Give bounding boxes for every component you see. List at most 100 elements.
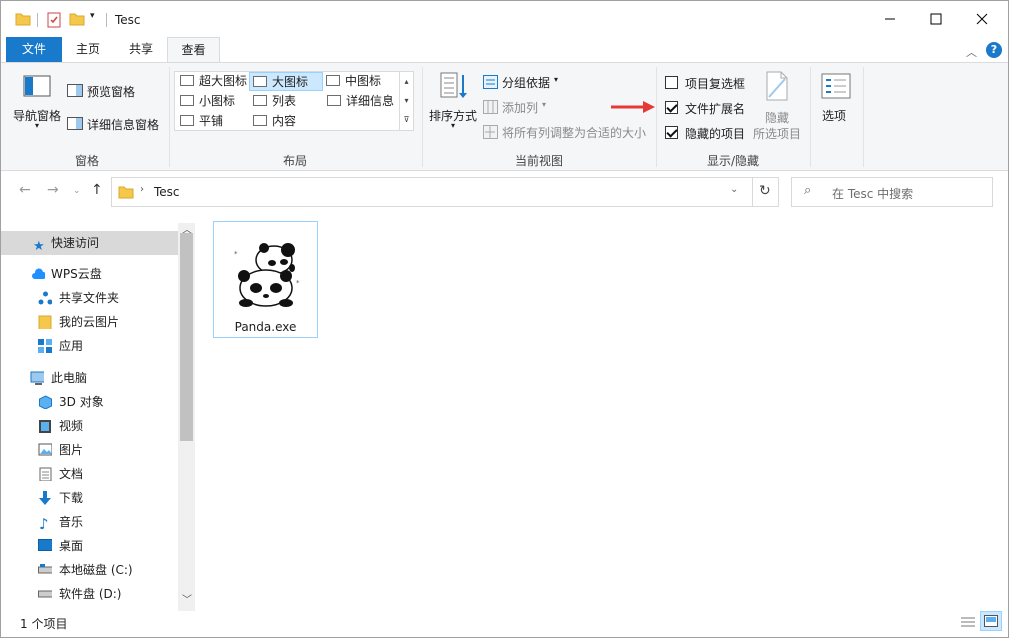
layout-large-icons[interactable]: 大图标 bbox=[249, 72, 323, 91]
layout-details[interactable]: 详细信息 bbox=[324, 92, 394, 111]
customize-toolbar-icon[interactable]: ▾ bbox=[90, 11, 95, 21]
options-button[interactable]: 选项 bbox=[816, 69, 856, 133]
help-icon[interactable]: ? bbox=[986, 42, 1002, 58]
details-view-toggle[interactable] bbox=[959, 614, 977, 630]
sidebar-label: 下载 bbox=[59, 491, 84, 505]
size-columns-icon bbox=[483, 125, 498, 139]
gallery-more-icon: ⊽ bbox=[403, 115, 410, 124]
sidebar-item-quick-access[interactable]: ★ 快速访问 bbox=[1, 231, 178, 255]
sidebar-label: 文档 bbox=[59, 467, 84, 481]
new-folder-icon[interactable] bbox=[69, 12, 85, 29]
address-bar[interactable]: › Tesc ⌄ ↻ bbox=[111, 177, 779, 207]
hidden-items-checkbox[interactable] bbox=[665, 126, 678, 139]
hide-selected-button[interactable]: 隐藏 所选项目 bbox=[751, 69, 805, 141]
svg-text:*: * bbox=[296, 279, 300, 287]
details-icon bbox=[327, 95, 341, 106]
layout-content[interactable]: 内容 bbox=[250, 112, 296, 131]
scrollbar-thumb[interactable] bbox=[180, 233, 193, 441]
maximize-button[interactable] bbox=[913, 1, 959, 37]
layout-gallery: 超大图标 大图标 中图标 小图标 列表 详细信息 平铺 内容 ▴ ▾ ⊽ bbox=[174, 71, 414, 131]
layout-list[interactable]: 列表 bbox=[250, 92, 296, 111]
breadcrumb-path[interactable]: Tesc bbox=[154, 185, 180, 199]
search-icon: ⌕ bbox=[804, 183, 812, 198]
item-checkboxes-checkbox[interactable] bbox=[665, 76, 678, 89]
medium-icons-icon bbox=[326, 75, 340, 86]
group-by-label: 分组依据 bbox=[502, 76, 551, 90]
tab-view[interactable]: 查看 bbox=[167, 37, 220, 63]
layout-small-icons[interactable]: 小图标 bbox=[177, 92, 235, 111]
large-icons-label: 大图标 bbox=[272, 75, 309, 89]
hidden-items-toggle[interactable]: 隐藏的项目 bbox=[665, 124, 755, 142]
tab-home[interactable]: 主页 bbox=[64, 37, 112, 62]
forward-arrow-icon[interactable]: → bbox=[47, 182, 59, 198]
search-box[interactable]: ⌕ 在 Tesc 中搜索 bbox=[791, 177, 993, 207]
large-icons-icon bbox=[253, 76, 267, 87]
recent-locations-icon[interactable]: ⌄ bbox=[73, 186, 81, 196]
cube-icon bbox=[39, 395, 52, 409]
ribbon-tabs: 文件 主页 共享 查看 ︿ ? bbox=[1, 37, 1008, 63]
navigation-pane: ★ 快速访问 WPS云盘 共享文件夹 我的云图片 应用 此电脑 3D 对象 视频… bbox=[1, 223, 196, 611]
music-note-icon: ♪ bbox=[39, 515, 49, 533]
file-name: Panda.exe bbox=[234, 320, 297, 334]
address-dropdown-icon[interactable]: ⌄ bbox=[730, 184, 738, 195]
sidebar-label: 共享文件夹 bbox=[59, 291, 120, 305]
sidebar-item-shared-folder[interactable]: 共享文件夹 bbox=[1, 286, 178, 310]
minimize-button[interactable] bbox=[867, 1, 913, 37]
sidebar-item-videos[interactable]: 视频 bbox=[1, 414, 178, 438]
layout-medium-icons[interactable]: 中图标 bbox=[323, 72, 381, 91]
sidebar-label: 此电脑 bbox=[51, 371, 88, 385]
preview-pane-label: 预览窗格 bbox=[87, 85, 136, 99]
sidebar-item-cloud-pictures[interactable]: 我的云图片 bbox=[1, 310, 178, 334]
hidden-items-label: 隐藏的项目 bbox=[685, 127, 746, 141]
medium-icons-label: 中图标 bbox=[345, 74, 382, 88]
sidebar-item-downloads[interactable]: 下载 bbox=[1, 486, 178, 510]
item-count: 1 个项目 bbox=[20, 617, 68, 631]
gallery-scroll[interactable]: ▴ ▾ ⊽ bbox=[399, 72, 413, 130]
sidebar-scrollbar[interactable]: ︿ ﹀ bbox=[178, 223, 195, 611]
sidebar-item-music[interactable]: ♪ 音乐 bbox=[1, 510, 178, 534]
explorer-window: ▾ Tesc 文件 主页 共享 查看 ︿ ? 导航窗格 ▾ 预览窗格 详细信息窗… bbox=[0, 0, 1009, 638]
xl-icons-icon bbox=[180, 75, 194, 86]
sidebar-item-documents[interactable]: 文档 bbox=[1, 462, 178, 486]
collapse-ribbon-icon[interactable]: ︿ bbox=[966, 44, 977, 60]
tab-share[interactable]: 共享 bbox=[117, 37, 165, 62]
up-arrow-icon[interactable]: ↑ bbox=[91, 182, 103, 198]
group-by-icon bbox=[483, 75, 498, 89]
close-button[interactable] bbox=[959, 1, 1005, 37]
options-label: 选项 bbox=[822, 109, 847, 123]
layout-xl-icons[interactable]: 超大图标 bbox=[177, 72, 247, 91]
sidebar-item-desktop[interactable]: 桌面 bbox=[1, 534, 178, 558]
sidebar-item-wps-cloud[interactable]: WPS云盘 bbox=[1, 262, 178, 286]
sort-by-button[interactable]: 排序方式 ▾ bbox=[427, 69, 481, 133]
large-icons-view-toggle[interactable] bbox=[980, 611, 1002, 631]
navigation-pane-button[interactable]: 导航窗格 ▾ bbox=[9, 65, 67, 130]
video-icon bbox=[39, 420, 51, 433]
download-icon bbox=[39, 491, 51, 505]
sidebar-label: 我的云图片 bbox=[59, 315, 120, 329]
sidebar-item-local-disk-c[interactable]: 本地磁盘 (C:) bbox=[1, 558, 178, 582]
scroll-down-icon: ▾ bbox=[404, 96, 409, 105]
add-columns-label: 添加列 bbox=[502, 101, 539, 115]
refresh-icon[interactable]: ↻ bbox=[759, 183, 771, 199]
options-icon bbox=[821, 73, 851, 99]
back-arrow-icon[interactable]: ← bbox=[19, 182, 31, 198]
sidebar-item-apps[interactable]: 应用 bbox=[1, 334, 178, 358]
small-icons-icon bbox=[180, 95, 194, 106]
file-item[interactable]: * * Panda.exe bbox=[213, 221, 318, 338]
sidebar-label: 软件盘 (D:) bbox=[59, 587, 122, 601]
file-extensions-toggle[interactable]: 文件扩展名 bbox=[665, 99, 755, 117]
sidebar-label: 图片 bbox=[59, 443, 84, 457]
details-label: 详细信息 bbox=[346, 94, 395, 108]
sidebar-label: 3D 对象 bbox=[59, 395, 104, 409]
item-checkboxes-toggle[interactable]: 项目复选框 bbox=[665, 74, 755, 92]
file-extensions-checkbox[interactable] bbox=[665, 101, 678, 114]
scroll-down-icon[interactable]: ﹀ bbox=[182, 591, 192, 606]
sidebar-item-software-disk-d[interactable]: 软件盘 (D:) bbox=[1, 582, 178, 606]
layout-tiles[interactable]: 平铺 bbox=[177, 112, 223, 131]
sidebar-item-this-pc[interactable]: 此电脑 bbox=[1, 366, 178, 390]
properties-icon[interactable] bbox=[47, 12, 61, 31]
sidebar-item-pictures[interactable]: 图片 bbox=[1, 438, 178, 462]
small-icons-label: 小图标 bbox=[199, 94, 236, 108]
sidebar-item-3d-objects[interactable]: 3D 对象 bbox=[1, 390, 178, 414]
tab-file[interactable]: 文件 bbox=[6, 37, 62, 62]
